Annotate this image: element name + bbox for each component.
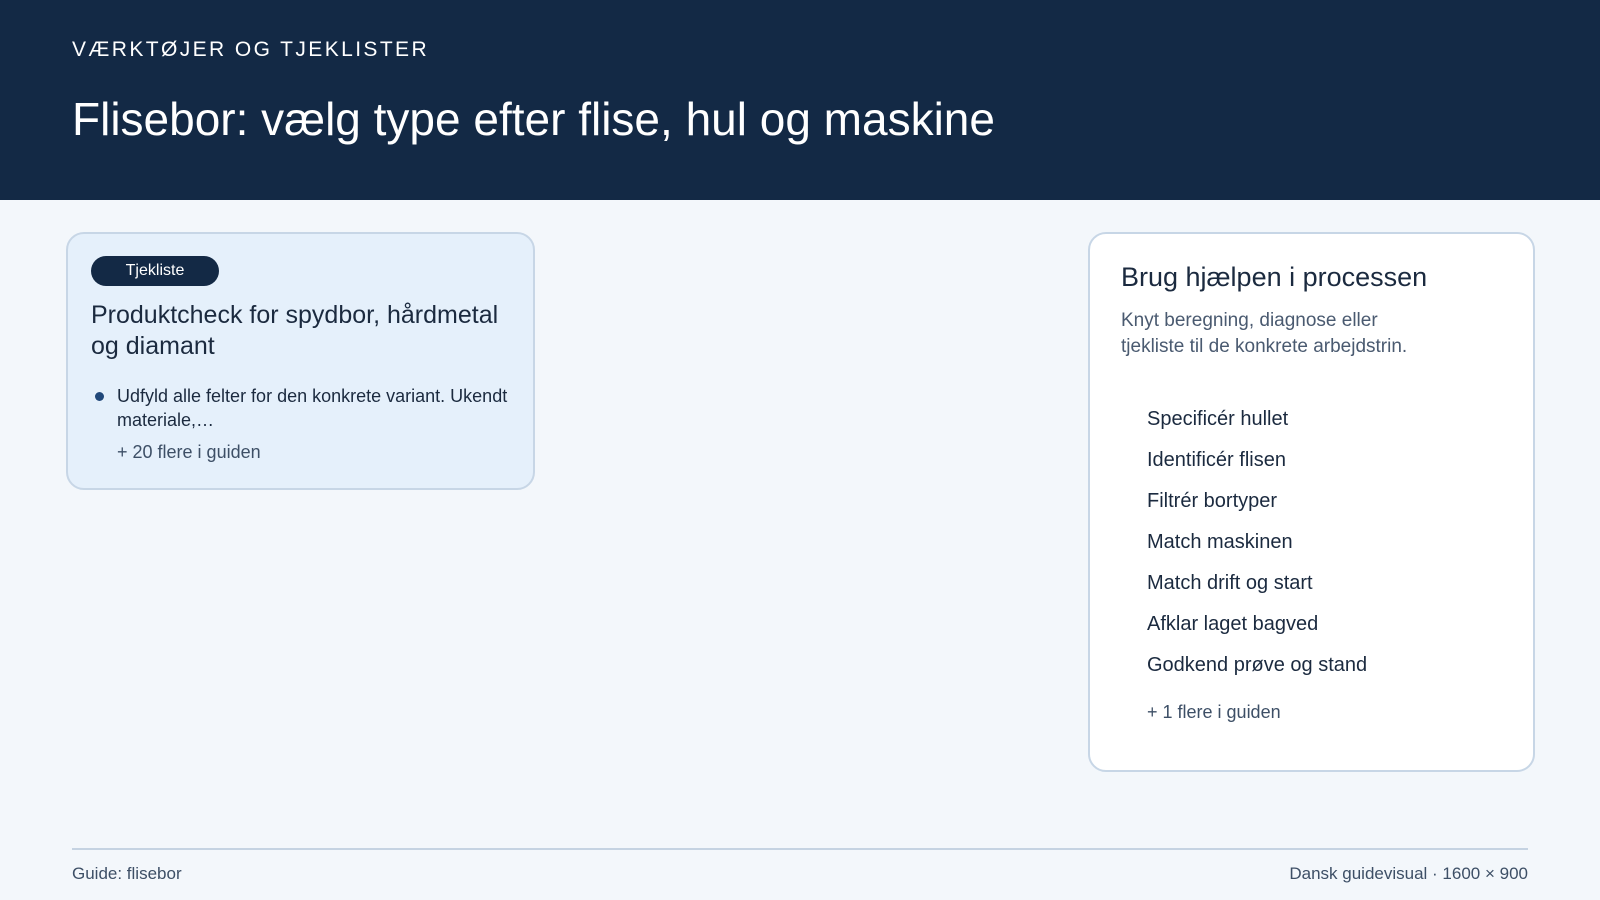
page-title: Flisebor: vælg type efter flise, hul og …: [72, 93, 995, 145]
list-item: Identificér flisen: [1121, 448, 1521, 489]
checklist-badge: Tjekliste: [91, 256, 219, 286]
list-item-text: Match maskinen: [1147, 531, 1293, 553]
list-item: Godkend prøve og stand: [1121, 653, 1521, 694]
process-card-title: Brug hjælpen i processen: [1121, 262, 1428, 292]
list-item: Match drift og start: [1121, 571, 1521, 612]
more-in-guide-link[interactable]: + 1 flere i guiden: [1147, 702, 1281, 723]
process-help-card: Brug hjælpen i processen Knyt beregning,…: [1088, 232, 1535, 772]
list-item-text: Identificér flisen: [1147, 449, 1286, 471]
list-item: Udfyld alle felter for den konkrete vari…: [93, 384, 513, 432]
section-eyebrow: VÆRKTØJER OG TJEKLISTER: [72, 38, 430, 61]
checklist-bullet-list: Udfyld alle felter for den konkrete vari…: [93, 384, 513, 432]
list-item: Match maskinen: [1121, 530, 1521, 571]
list-item-text: Udfyld alle felter for den konkrete vari…: [117, 386, 508, 430]
checklist-card-title: Produktcheck for spydbor, hårdmetal og d…: [91, 301, 499, 360]
page-header: VÆRKTØJER OG TJEKLISTER Flisebor: vælg t…: [0, 0, 1600, 200]
list-item-text: Godkend prøve og stand: [1147, 654, 1368, 676]
list-item-text: Filtrér bortyper: [1147, 490, 1278, 512]
bullet-dot-icon: [95, 392, 104, 401]
list-item: Filtrér bortyper: [1121, 489, 1521, 530]
footer-guide-label: Guide: flisebor: [72, 864, 182, 883]
list-item-text: Match drift og start: [1147, 572, 1313, 594]
process-card-description: Knyt beregning, diagnose eller tjekliste…: [1121, 310, 1408, 357]
footer-meta: Dansk guidevisual · 1600 × 900: [1289, 864, 1528, 883]
list-item: Specificér hullet: [1121, 407, 1521, 448]
process-step-list: Specificér hullet Identificér flisen Fil…: [1121, 407, 1521, 694]
list-item-text: Specificér hullet: [1147, 408, 1289, 430]
footer-divider: [72, 848, 1528, 850]
list-item: Afklar laget bagved: [1121, 612, 1521, 653]
list-item-text: Afklar laget bagved: [1147, 613, 1319, 635]
checklist-card: Tjekliste Produktcheck for spydbor, hård…: [66, 232, 535, 490]
more-in-guide-link[interactable]: + 20 flere i guiden: [117, 442, 261, 463]
